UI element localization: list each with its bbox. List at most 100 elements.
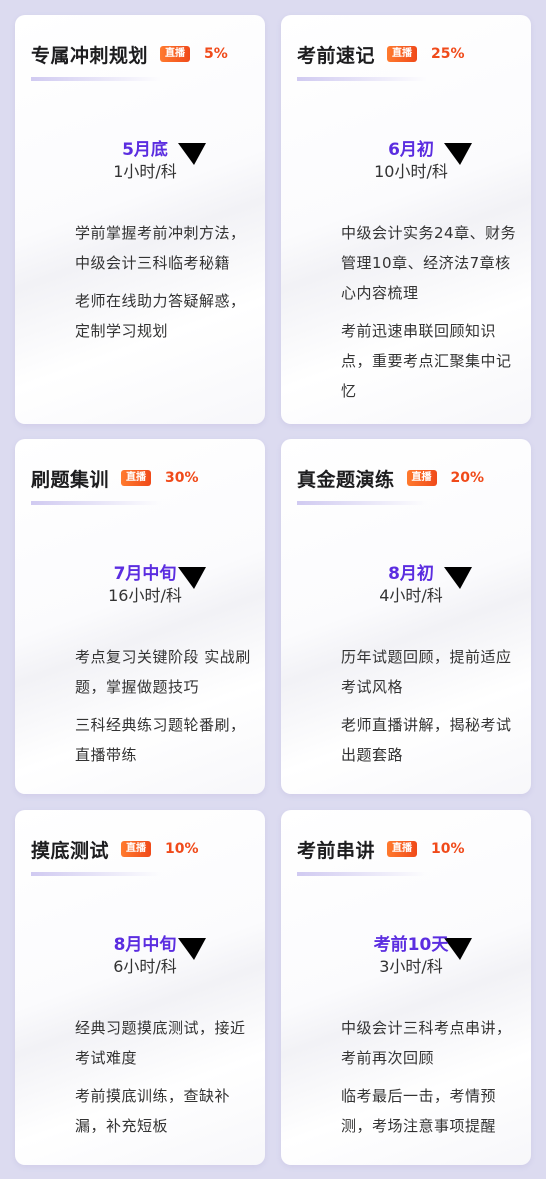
clock-tick xyxy=(161,545,164,550)
card-drill-training[interactable]: 刷题集训 直播 30% 7月中旬 16小时/科 考点复习关键阶段 实战刷题，掌握… xyxy=(15,439,265,794)
clock-tick xyxy=(439,135,444,138)
clock-tick xyxy=(392,121,395,126)
arrow-bullet-icon xyxy=(303,322,325,340)
arrow-bullet-icon xyxy=(303,716,325,734)
arrow-bullet-icon xyxy=(303,224,325,242)
card-header: 考前串讲 直播 10% xyxy=(297,834,521,864)
ring-date: 6月初 xyxy=(388,140,434,160)
increase-percent: 20% xyxy=(450,470,485,486)
live-badge: 直播 xyxy=(387,841,418,857)
card-title: 摸底测试 xyxy=(31,839,110,862)
card-header: 刷题集训 直播 30% xyxy=(31,463,255,493)
ring-hours: 4小时/科 xyxy=(379,586,443,605)
card-title: 刷题集训 xyxy=(31,468,110,491)
clock-tick xyxy=(173,559,178,562)
card-past-exams[interactable]: 真金题演练 直播 20% 8月初 4小时/科 历年试题回顾，提前适应考试风格 老… xyxy=(281,439,531,794)
card-header: 真金题演练 直播 20% xyxy=(297,463,521,493)
title-underline xyxy=(31,872,161,876)
card-quick-memory[interactable]: 考前速记 直播 25% 6月初 10小时/科 中级会计实务24章、财务管理10章… xyxy=(281,15,531,424)
clock-tick xyxy=(439,930,444,933)
feature-text: 考点复习关键阶段 实战刷题，掌握做题技巧 xyxy=(75,648,251,696)
feature-item: 三科经典练习题轮番刷，直播带练 xyxy=(37,710,251,770)
ring-date: 8月中旬 xyxy=(113,935,177,955)
increase-percent: 10% xyxy=(431,841,465,857)
arrow-bullet-icon xyxy=(303,1019,325,1037)
feature-item: 学前掌握考前冲刺方法，中级会计三科临考秘籍 xyxy=(37,218,251,278)
ring-date: 考前10天 xyxy=(373,935,449,955)
schedule-ring: 8月初 4小时/科 xyxy=(348,515,474,641)
title-underline xyxy=(297,501,427,505)
live-badge: 直播 xyxy=(406,470,437,486)
card-header: 考前速记 直播 25% xyxy=(297,39,521,69)
feature-text: 老师在线助力答疑解惑，定制学习规划 xyxy=(75,292,246,340)
card-title: 专属冲刺规划 xyxy=(31,44,149,67)
schedule-ring: 7月中旬 16小时/科 xyxy=(82,515,208,641)
feature-list: 中级会计三科考点串讲，考前再次回顾 临考最后一击，考情预测，考场注意事项提醒 xyxy=(303,1013,517,1149)
feature-text: 中级会计实务24章、财务管理10章、经济法7章核心内容梳理 xyxy=(341,224,517,302)
schedule-ring: 考前10天 3小时/科 xyxy=(348,886,474,1012)
arrow-bullet-icon xyxy=(37,292,59,310)
card-mock-test[interactable]: 摸底测试 直播 10% 8月中旬 6小时/科 经典习题摸底测试，接近考试难度 考… xyxy=(15,810,265,1165)
title-underline xyxy=(297,872,427,876)
ring-hours: 3小时/科 xyxy=(379,957,443,976)
clock-tick xyxy=(112,559,117,562)
arrow-bullet-icon xyxy=(37,1087,59,1105)
card-title: 考前串讲 xyxy=(297,839,376,862)
feature-list: 考点复习关键阶段 实战刷题，掌握做题技巧 三科经典练习题轮番刷，直播带练 xyxy=(37,642,251,778)
clock-tick xyxy=(126,121,129,126)
title-underline xyxy=(31,77,161,81)
trend-up-arrow-icon xyxy=(467,44,485,64)
feature-item: 考前迅速串联回顾知识点，重要考点汇聚集中记忆 xyxy=(303,316,517,406)
feature-item: 老师直播讲解，揭秘考试出题套路 xyxy=(303,710,517,770)
trend-up-arrow-icon xyxy=(486,468,504,488)
increase-percent: 5% xyxy=(204,46,228,62)
trend-up-arrow-icon xyxy=(201,839,219,859)
feature-text: 考前摸底训练，查缺补漏，补充短板 xyxy=(75,1087,231,1135)
schedule-ring: 8月中旬 6小时/科 xyxy=(82,886,208,1012)
live-badge: 直播 xyxy=(387,46,418,62)
clock-tick xyxy=(161,916,164,921)
arrow-bullet-icon xyxy=(37,716,59,734)
feature-text: 老师直播讲解，揭秘考试出题套路 xyxy=(341,716,512,764)
clock-tick xyxy=(112,930,117,933)
feature-text: 历年试题回顾，提前适应考试风格 xyxy=(341,648,512,696)
feature-text: 三科经典练习题轮番刷，直播带练 xyxy=(75,716,246,764)
schedule-ring: 6月初 10小时/科 xyxy=(348,91,474,217)
card-title: 考前速记 xyxy=(297,44,376,67)
clock-tick xyxy=(427,545,430,550)
clock-tick xyxy=(439,559,444,562)
clock-tick xyxy=(126,545,129,550)
feature-list: 历年试题回顾，提前适应考试风格 老师直播讲解，揭秘考试出题套路 xyxy=(303,642,517,778)
card-title: 真金题演练 xyxy=(297,468,395,491)
clock-tick xyxy=(392,916,395,921)
live-badge: 直播 xyxy=(121,470,152,486)
arrow-bullet-icon xyxy=(37,648,59,666)
feature-text: 经典习题摸底测试，接近考试难度 xyxy=(75,1019,246,1067)
feature-item: 历年试题回顾，提前适应考试风格 xyxy=(303,642,517,702)
feature-item: 中级会计实务24章、财务管理10章、经济法7章核心内容梳理 xyxy=(303,218,517,308)
arrow-bullet-icon xyxy=(303,1087,325,1105)
increase-percent: 30% xyxy=(165,470,199,486)
clock-tick xyxy=(378,135,383,138)
card-header: 摸底测试 直播 10% xyxy=(31,834,255,864)
feature-text: 考前迅速串联回顾知识点，重要考点汇聚集中记忆 xyxy=(341,322,512,400)
card-sprint-plan[interactable]: 专属冲刺规划 直播 5% 5月底 1小时/科 学前掌握考前冲刺方法，中级会计三科… xyxy=(15,15,265,424)
live-badge: 直播 xyxy=(160,46,191,62)
feature-item: 临考最后一击，考情预测，考场注意事项提醒 xyxy=(303,1081,517,1141)
feature-text: 学前掌握考前冲刺方法，中级会计三科临考秘籍 xyxy=(75,224,246,272)
feature-item: 老师在线助力答疑解惑，定制学习规划 xyxy=(37,286,251,346)
ring-hours: 6小时/科 xyxy=(113,957,177,976)
feature-item: 考点复习关键阶段 实战刷题，掌握做题技巧 xyxy=(37,642,251,702)
clock-tick xyxy=(173,930,178,933)
schedule-ring: 5月底 1小时/科 xyxy=(82,91,208,217)
clock-tick xyxy=(161,121,164,126)
ring-hours: 1小时/科 xyxy=(113,162,177,181)
feature-list: 经典习题摸底测试，接近考试难度 考前摸底训练，查缺补漏，补充短板 xyxy=(37,1013,251,1149)
feature-item: 经典习题摸底测试，接近考试难度 xyxy=(37,1013,251,1073)
arrow-bullet-icon xyxy=(37,1019,59,1037)
title-underline xyxy=(31,501,161,505)
feature-item: 中级会计三科考点串讲，考前再次回顾 xyxy=(303,1013,517,1073)
clock-tick xyxy=(427,916,430,921)
card-final-review[interactable]: 考前串讲 直播 10% 考前10天 3小时/科 中级会计三科考点串讲，考前再次回… xyxy=(281,810,531,1165)
trend-up-arrow-icon xyxy=(230,44,248,64)
